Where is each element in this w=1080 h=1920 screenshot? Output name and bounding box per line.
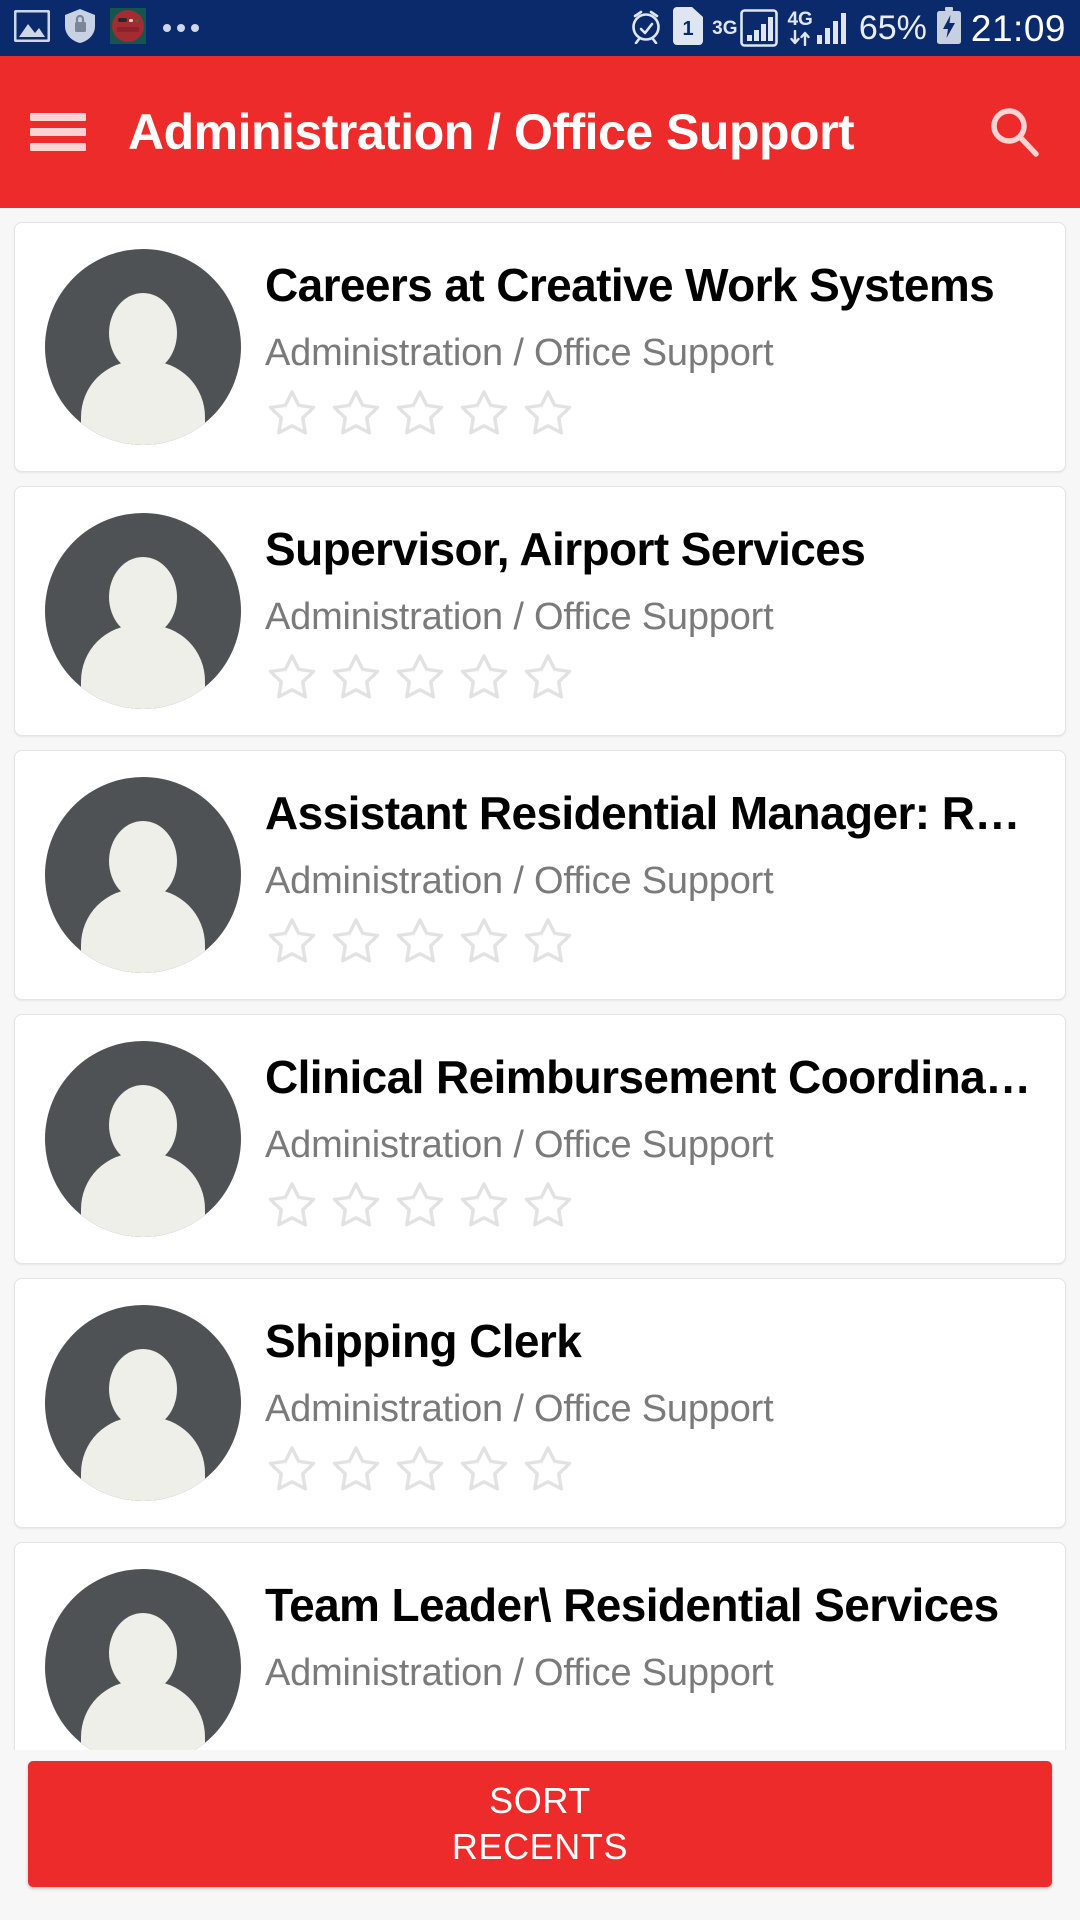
network-4g-label: 4G	[787, 9, 813, 30]
rating-stars[interactable]	[265, 650, 1045, 704]
star-outline-icon	[524, 653, 572, 699]
shield-icon	[63, 8, 97, 49]
star-outline-icon	[396, 1181, 444, 1227]
star-outline-icon	[268, 1445, 316, 1491]
star-outline-icon	[268, 1181, 316, 1227]
battery-percent-label: 65%	[858, 9, 927, 47]
overflow-dots-icon	[163, 24, 199, 32]
star-outline-icon	[268, 917, 316, 963]
charging-battery-icon	[936, 6, 962, 50]
list-item-content: Careers at Creative Work Systems Adminis…	[265, 249, 1045, 440]
person-placeholder-icon	[45, 1569, 241, 1765]
signal-bars-boxed-icon	[740, 9, 779, 47]
data-transfer-arrows-icon	[790, 30, 810, 46]
rating-stars[interactable]	[265, 1442, 1045, 1496]
network-3g-indicator: 3G	[712, 9, 779, 47]
sort-button-line1: SORT	[489, 1779, 591, 1821]
bottom-bar: SORT RECENTS	[0, 1750, 1080, 1920]
page-title: Administration / Office Support	[128, 104, 855, 160]
star-outline-icon	[524, 917, 572, 963]
list-item[interactable]: Team Leader\ Residential Services Admini…	[14, 1542, 1066, 1766]
list-item-title: Clinical Reimbursement Coordina…	[265, 1051, 1031, 1103]
sort-button-line2: RECENTS	[451, 1826, 629, 1867]
list-item-title: Assistant Residential Manager: R…	[265, 787, 1020, 839]
star-outline-icon	[524, 389, 572, 435]
star-outline-icon	[332, 917, 380, 963]
person-placeholder-icon	[45, 777, 241, 973]
list-item-content: Assistant Residential Manager: R… Admini…	[265, 777, 1045, 968]
star-outline-icon	[460, 653, 508, 699]
star-outline-icon	[332, 1181, 380, 1227]
person-placeholder-icon	[45, 249, 241, 445]
status-bar-right-icons: 1 3G 4G 65% 21:09	[628, 6, 1066, 50]
list-item-subtitle: Administration / Office Support	[265, 595, 774, 638]
search-icon[interactable]	[982, 100, 1046, 164]
list-item-content: Clinical Reimbursement Coordina… Adminis…	[265, 1041, 1045, 1232]
list-item[interactable]: Assistant Residential Manager: R… Admini…	[14, 750, 1066, 1000]
star-outline-icon	[460, 1445, 508, 1491]
list-item-title: Shipping Clerk	[265, 1315, 582, 1367]
list-item-content: Team Leader\ Residential Services Admini…	[265, 1569, 1045, 1696]
status-bar: 1 3G 4G 65% 21:09	[0, 0, 1080, 56]
job-list[interactable]: Careers at Creative Work Systems Adminis…	[0, 208, 1080, 1920]
rating-stars[interactable]	[265, 1178, 1045, 1232]
status-bar-left-icons	[13, 7, 199, 49]
list-item-content: Supervisor, Airport Services Administrat…	[265, 513, 1045, 704]
star-outline-icon	[332, 1445, 380, 1491]
star-outline-icon	[524, 1181, 572, 1227]
star-outline-icon	[396, 389, 444, 435]
sort-recents-button[interactable]: SORT RECENTS	[28, 1761, 1052, 1887]
list-item-title: Supervisor, Airport Services	[265, 523, 866, 575]
list-item-title: Team Leader\ Residential Services	[265, 1579, 999, 1631]
list-item[interactable]: Shipping Clerk Administration / Office S…	[14, 1278, 1066, 1528]
star-outline-icon	[460, 389, 508, 435]
network-4g-indicator: 4G	[787, 10, 849, 46]
list-item[interactable]: Careers at Creative Work Systems Adminis…	[14, 222, 1066, 472]
list-item[interactable]: Supervisor, Airport Services Administrat…	[14, 486, 1066, 736]
rating-stars[interactable]	[265, 386, 1045, 440]
star-outline-icon	[396, 917, 444, 963]
list-item[interactable]: Clinical Reimbursement Coordina… Adminis…	[14, 1014, 1066, 1264]
person-placeholder-icon	[45, 513, 241, 709]
star-outline-icon	[396, 653, 444, 699]
alarm-clock-icon	[628, 8, 664, 49]
list-item-title: Careers at Creative Work Systems	[265, 259, 995, 311]
app-bar: Administration / Office Support	[0, 56, 1080, 208]
image-icon	[13, 9, 51, 47]
person-placeholder-icon	[45, 1041, 241, 1237]
star-outline-icon	[268, 653, 316, 699]
app-badge-icon	[110, 7, 146, 49]
star-outline-icon	[524, 1445, 572, 1491]
list-item-content: Shipping Clerk Administration / Office S…	[265, 1305, 1045, 1496]
list-item-subtitle: Administration / Office Support	[265, 1651, 774, 1694]
list-item-subtitle: Administration / Office Support	[265, 1387, 774, 1430]
signal-bars-icon	[816, 13, 846, 44]
person-placeholder-icon	[45, 1305, 241, 1501]
list-item-subtitle: Administration / Office Support	[265, 331, 774, 374]
star-outline-icon	[268, 389, 316, 435]
star-outline-icon	[332, 389, 380, 435]
network-3g-label: 3G	[712, 17, 738, 39]
star-outline-icon	[460, 917, 508, 963]
star-outline-icon	[460, 1181, 508, 1227]
status-bar-clock: 21:09	[970, 7, 1066, 49]
rating-stars[interactable]	[265, 914, 1045, 968]
star-outline-icon	[396, 1445, 444, 1491]
svg-text:1: 1	[683, 18, 694, 40]
star-outline-icon	[332, 653, 380, 699]
sim-card-icon: 1	[673, 6, 704, 50]
list-item-subtitle: Administration / Office Support	[265, 1123, 774, 1166]
list-item-subtitle: Administration / Office Support	[265, 859, 774, 902]
hamburger-menu-icon[interactable]	[30, 110, 86, 154]
